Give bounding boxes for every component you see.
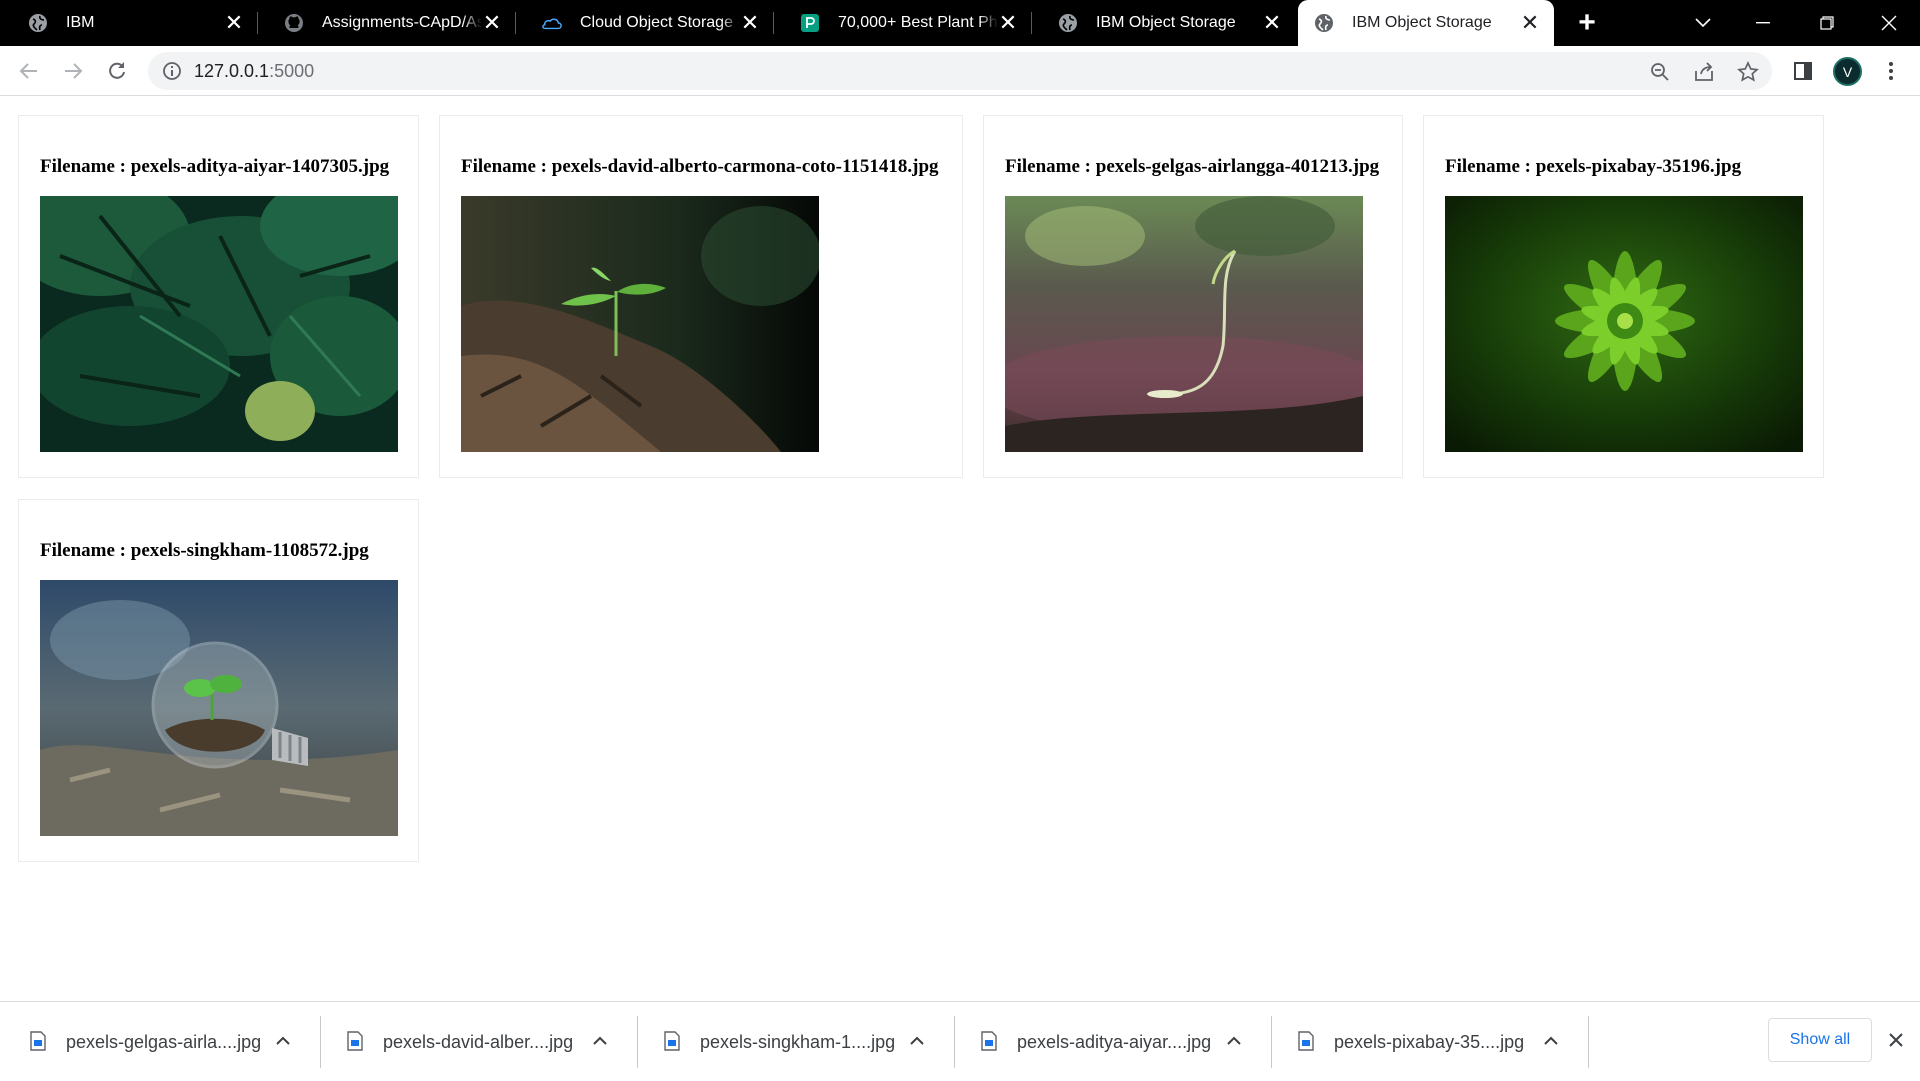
tab-ibm-object-storage[interactable]: IBM Object Storage ✕ [1032,0,1296,46]
chevron-up-icon[interactable] [908,1032,926,1050]
divider [1588,1016,1589,1068]
tab-ibm-object-storage-active[interactable]: IBM Object Storage ✕ [1298,0,1554,46]
close-tab-icon[interactable]: ✕ [740,12,760,34]
file-name-label: Filename : pexels-singkham-1108572.jpg [40,540,369,561]
download-filename: pexels-singkham-1....jpg [700,1032,896,1052]
download-filename: pexels-david-alber....jpg [383,1032,574,1052]
chevron-up-icon[interactable] [274,1032,292,1050]
back-arrow-icon[interactable] [12,54,46,88]
tab-search-chevron-icon[interactable] [1680,0,1726,46]
chevron-up-icon[interactable] [1542,1032,1560,1050]
side-panel-icon[interactable] [1790,58,1816,84]
monstera-leaves-photo [40,196,398,452]
restore-icon[interactable] [1804,0,1850,46]
file-name-label: Filename : pexels-gelgas-airlangga-40121… [1005,156,1380,177]
seedling-on-bark-photo [461,196,819,452]
close-tab-icon[interactable]: ✕ [482,12,502,34]
download-filename: pexels-aditya-aiyar....jpg [1017,1032,1212,1052]
download-shelf: pexels-gelgas-airla....jpg pexels-david-… [0,1001,1920,1080]
file-card: Filename : pexels-pixabay-35196.jpg [1423,115,1824,478]
tab-title: IBM [66,14,95,31]
forward-arrow-icon[interactable] [56,54,90,88]
download-item[interactable]: pexels-aditya-aiyar....jpg [951,1002,1273,1081]
globe-icon [1314,13,1334,33]
github-icon [284,13,304,33]
download-item[interactable]: pexels-singkham-1....jpg [634,1002,956,1081]
browser-toolbar: 127.0.0.1:5000 V [0,46,1920,96]
file-name-label: Filename : pexels-david-alberto-carmona-… [461,156,939,177]
reload-icon[interactable] [100,54,134,88]
tab-ibm[interactable]: IBM ✕ [0,0,258,46]
profile-avatar[interactable]: V [1833,57,1862,86]
show-all-downloads-button[interactable]: Show all [1768,1018,1872,1062]
close-tab-icon[interactable]: ✕ [1262,12,1282,34]
close-window-icon[interactable] [1866,0,1912,46]
url-host: 127.0.0.1 [194,61,270,81]
plant-in-lightbulb-photo [40,580,398,836]
kebab-menu-icon[interactable] [1878,58,1904,84]
file-card: Filename : pexels-aditya-aiyar-1407305.j… [18,115,419,478]
file-card: Filename : pexels-gelgas-airlangga-40121… [983,115,1403,478]
tab-title: IBM Object Storage [1352,14,1492,31]
close-tab-icon[interactable]: ✕ [1520,12,1540,34]
image-file-icon [30,1031,46,1051]
url-port: :5000 [269,61,315,81]
image-file-icon [347,1031,363,1051]
file-name-label: Filename : pexels-pixabay-35196.jpg [1445,156,1742,177]
url-text: 127.0.0.1:5000 [194,61,314,82]
file-name-label: Filename : pexels-aditya-aiyar-1407305.j… [40,156,390,177]
tab-strip: IBM ✕ Assignments-CApD/Assignment ✕ Clou… [0,0,1920,46]
site-info-icon[interactable] [162,61,182,81]
globe-icon [28,13,48,33]
chevron-up-icon[interactable] [591,1032,609,1050]
tab-title: Assignments-CApD/Assignment [322,14,482,31]
share-icon[interactable] [1692,60,1716,84]
globe-icon [1058,13,1078,33]
bookmark-star-icon[interactable] [1736,60,1760,84]
sprout-on-ground-photo [1005,196,1363,452]
pexels-icon [800,13,820,33]
minimize-icon[interactable] [1740,0,1786,46]
tab-github-assignments[interactable]: Assignments-CApD/Assignment ✕ [258,0,516,46]
download-filename: pexels-gelgas-airla....jpg [66,1032,262,1052]
tab-plant-photos[interactable]: 70,000+ Best Plant Photos ✕ [774,0,1032,46]
new-tab-button[interactable]: + [1572,0,1602,46]
tab-title: Cloud Object Storage - [580,14,740,31]
download-filename: pexels-pixabay-35....jpg [1334,1032,1525,1052]
address-bar[interactable]: 127.0.0.1:5000 [148,52,1772,90]
image-file-icon [981,1031,997,1051]
download-item[interactable]: pexels-pixabay-35....jpg [1268,1002,1590,1081]
zoom-icon[interactable] [1648,60,1672,84]
close-shelf-icon[interactable] [1884,1028,1908,1052]
ibm-cloud-icon [542,13,562,33]
tab-title: 70,000+ Best Plant Photos [838,14,998,31]
image-file-icon [664,1031,680,1051]
download-item[interactable]: pexels-david-alber....jpg [317,1002,639,1081]
tab-cloud-object-storage[interactable]: Cloud Object Storage - ✕ [516,0,774,46]
image-file-icon [1298,1031,1314,1051]
download-item[interactable]: pexels-gelgas-airla....jpg [0,1002,322,1081]
green-succulent-photo [1445,196,1803,452]
file-card: Filename : pexels-david-alberto-carmona-… [439,115,963,478]
tab-title: IBM Object Storage [1096,14,1236,31]
close-tab-icon[interactable]: ✕ [998,12,1018,34]
close-tab-icon[interactable]: ✕ [224,12,244,34]
file-card: Filename : pexels-singkham-1108572.jpg [18,499,419,862]
chevron-up-icon[interactable] [1225,1032,1243,1050]
